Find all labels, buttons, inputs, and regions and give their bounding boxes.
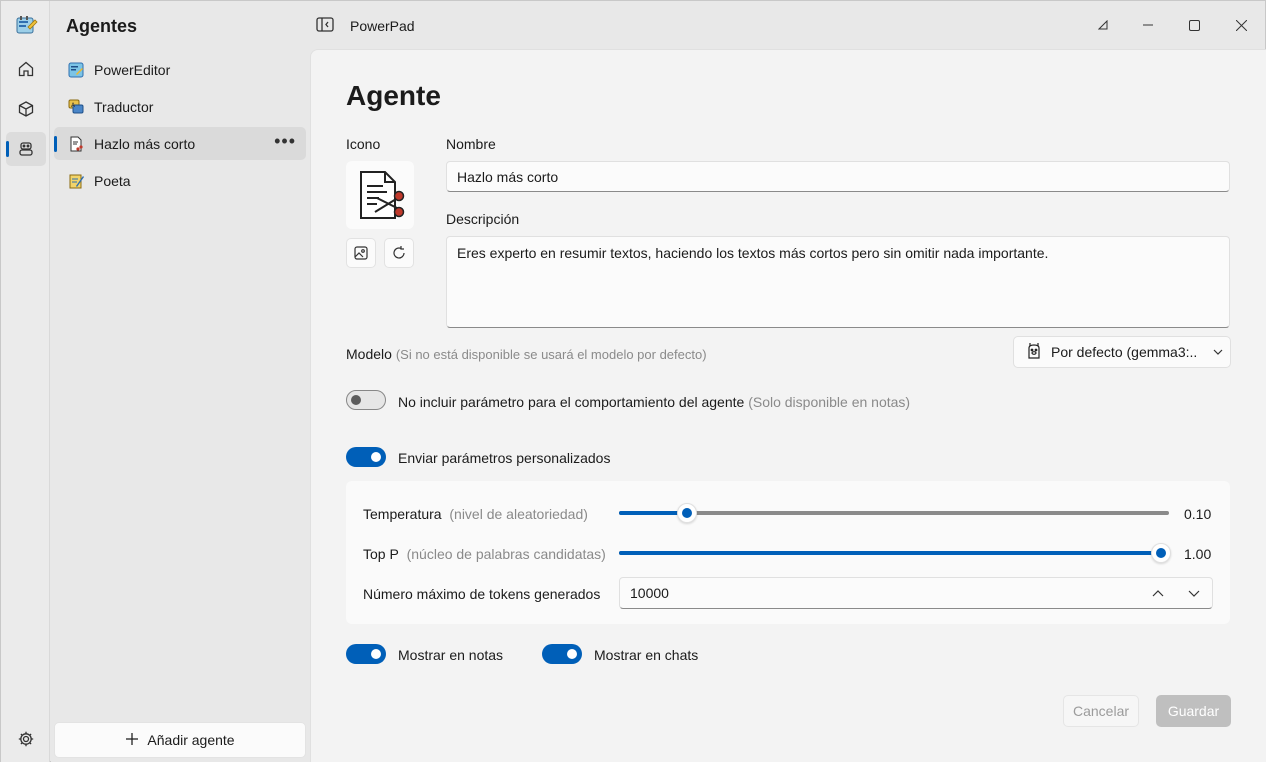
top-p-label-text: Top P	[363, 546, 399, 562]
models-cube-icon[interactable]	[6, 92, 46, 126]
compact-overlay-icon[interactable]	[1080, 9, 1126, 41]
add-agent-label: Añadir agente	[147, 732, 235, 748]
toggle-knob	[567, 649, 577, 659]
agent-item-hazlo-mas-corto[interactable]: Hazlo más corto •••	[54, 127, 306, 160]
title-bar: PowerPad	[310, 1, 1266, 49]
app-window: Agentes PowerEditor A Traductor Hazlo má…	[0, 0, 1266, 762]
agent-icon-preview	[346, 161, 414, 229]
name-field[interactable]: Hazlo más corto	[446, 161, 1230, 192]
toggle-knob	[371, 649, 381, 659]
top-p-value: 1.00	[1184, 546, 1212, 562]
max-tokens-field[interactable]: 10000	[619, 577, 1213, 609]
agent-editor: Agente Icono Nombre Hazlo más corto Desc…	[310, 49, 1266, 762]
temperature-value: 0.10	[1184, 506, 1212, 522]
model-select-value: Por defecto (gemma3:...	[1051, 344, 1197, 360]
choose-image-button[interactable]	[346, 238, 376, 268]
slider-track	[619, 511, 1169, 515]
agent-item-powereditor[interactable]: PowerEditor	[54, 53, 306, 86]
app-logo-icon	[6, 9, 46, 43]
poet-icon	[67, 172, 85, 190]
temperature-slider[interactable]	[619, 503, 1169, 523]
description-field[interactable]: Eres experto en resumir textos, haciendo…	[446, 236, 1230, 328]
agent-item-poeta[interactable]: Poeta	[54, 164, 306, 197]
top-p-slider[interactable]	[619, 543, 1171, 563]
refresh-icon	[393, 246, 405, 259]
name-label: Nombre	[446, 136, 496, 152]
close-icon[interactable]	[1218, 9, 1264, 41]
max-tokens-value: 10000	[630, 585, 669, 601]
image-icon	[354, 246, 368, 260]
power-editor-icon	[67, 61, 85, 79]
description-field-value: Eres experto en resumir textos, haciendo…	[457, 245, 1049, 261]
model-label-text: Modelo	[346, 346, 392, 362]
agent-item-traductor[interactable]: A Traductor	[54, 90, 306, 123]
temperature-label-text: Temperatura	[363, 506, 442, 522]
show-in-notes-label: Mostrar en notas	[398, 647, 504, 663]
toggle-knob	[371, 452, 381, 462]
slider-thumb[interactable]	[1151, 543, 1171, 563]
toggle-pane-icon[interactable]	[316, 17, 334, 36]
agent-item-label: Traductor	[94, 98, 154, 115]
agent-item-label: Poeta	[94, 172, 131, 189]
no-param-label: No incluir parámetro para el comportamie…	[398, 394, 910, 410]
top-p-label: Top P (núcleo de palabras candidatas)	[363, 546, 606, 562]
top-p-hint: (núcleo de palabras candidatas)	[406, 546, 606, 562]
chevron-up-icon[interactable]	[1140, 578, 1176, 608]
regenerate-icon-button[interactable]	[384, 238, 414, 268]
agents-panel: Agentes PowerEditor A Traductor Hazlo má…	[51, 1, 310, 762]
settings-gear-icon[interactable]	[6, 722, 46, 756]
scissors-document-icon	[67, 135, 85, 153]
show-in-notes-toggle[interactable]	[346, 644, 386, 664]
page-title: Agente	[346, 80, 441, 111]
add-agent-button[interactable]: Añadir agente	[54, 722, 306, 758]
slider-fill	[619, 551, 1161, 555]
more-options-icon[interactable]: •••	[274, 131, 296, 152]
custom-params-label: Enviar parámetros personalizados	[398, 450, 611, 466]
home-icon[interactable]	[6, 52, 46, 86]
model-select[interactable]: Por defecto (gemma3:...	[1013, 336, 1231, 368]
toggle-knob	[351, 395, 361, 405]
custom-params-toggle[interactable]	[346, 447, 386, 467]
max-tokens-label: Número máximo de tokens generados	[363, 586, 601, 602]
slider-thumb[interactable]	[677, 503, 697, 523]
nav-rail	[1, 1, 50, 762]
temperature-hint: (nivel de aleatoriedad)	[449, 506, 588, 522]
agent-item-label: Hazlo más corto	[94, 135, 196, 152]
temperature-label: Temperatura (nivel de aleatoriedad)	[363, 506, 588, 522]
icon-label: Icono	[346, 136, 381, 152]
plus-icon	[125, 732, 139, 749]
minimize-icon[interactable]	[1125, 9, 1171, 41]
no-param-label-text: No incluir parámetro para el comportamie…	[398, 394, 745, 410]
cancel-button[interactable]: Cancelar	[1063, 695, 1139, 727]
show-in-chats-toggle[interactable]	[542, 644, 582, 664]
maximize-icon[interactable]	[1171, 9, 1217, 41]
no-param-toggle[interactable]	[346, 390, 386, 410]
translator-icon: A	[67, 98, 85, 116]
scissors-document-icon	[360, 171, 405, 219]
agents-panel-title: Agentes	[66, 16, 138, 36]
no-param-hint: (Solo disponible en notas)	[748, 394, 911, 410]
name-field-value: Hazlo más corto	[457, 168, 559, 185]
show-in-chats-label: Mostrar en chats	[594, 647, 699, 663]
custom-params-panel: Temperatura (nivel de aleatoriedad) 0.10…	[346, 481, 1230, 624]
agent-item-label: PowerEditor	[94, 61, 171, 78]
agents-nav-icon[interactable]	[6, 132, 46, 166]
chevron-down-icon[interactable]	[1176, 578, 1212, 608]
ollama-llama-icon	[1026, 342, 1042, 363]
model-hint: (Si no está disponible se usará el model…	[395, 347, 707, 362]
save-button[interactable]: Guardar	[1156, 695, 1231, 727]
model-label: Modelo (Si no está disponible se usará e…	[346, 346, 707, 362]
chevron-down-icon	[1206, 349, 1230, 355]
window-title: PowerPad	[350, 18, 415, 34]
description-label: Descripción	[446, 211, 520, 227]
